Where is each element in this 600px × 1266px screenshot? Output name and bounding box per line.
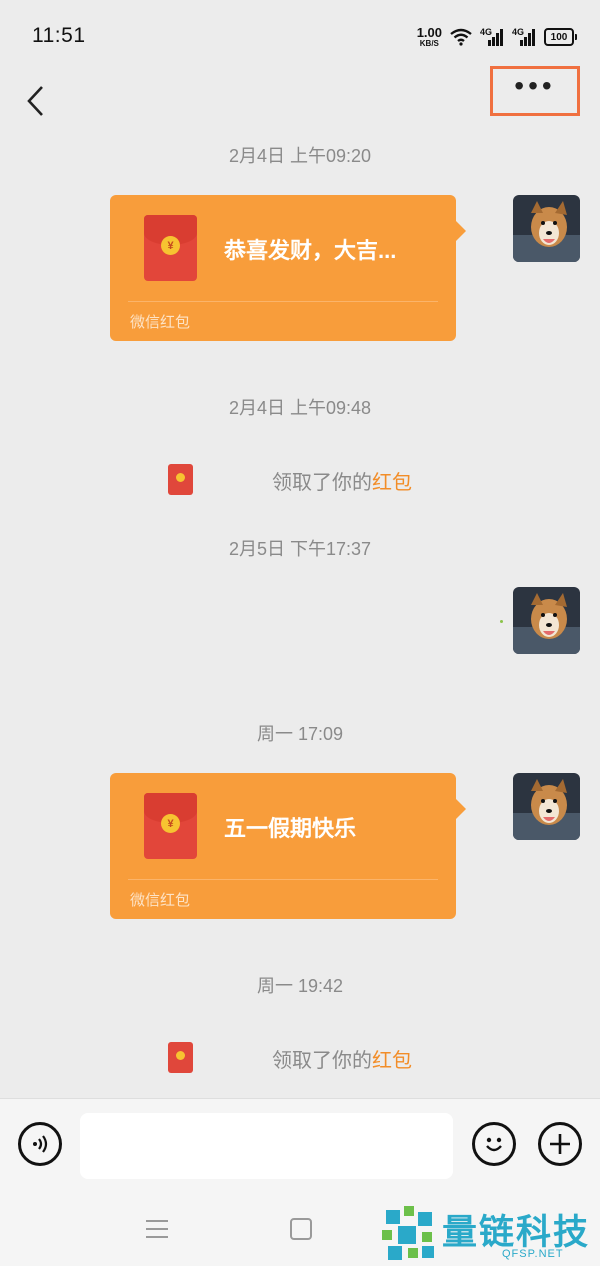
status-icons: 1.00 KB/S 4G 4G 100 — [417, 26, 577, 48]
avatar[interactable] — [513, 587, 580, 654]
wifi-icon — [450, 28, 472, 46]
network-speed-unit: KB/S — [419, 39, 439, 48]
menu-key[interactable] — [146, 1220, 168, 1238]
message-dot — [500, 620, 503, 623]
coin-icon: ¥ — [161, 814, 180, 833]
message-timestamp: 周一 17:09 — [256, 724, 344, 744]
red-packet-link[interactable]: 红包 — [372, 472, 412, 494]
signal-bars-icon — [488, 29, 503, 46]
more-dots-icon: ••• — [514, 70, 556, 101]
signal-1: 4G — [480, 27, 504, 47]
input-bar — [0, 1098, 600, 1193]
red-packet-footer: 微信红包 — [130, 314, 191, 331]
status-bar: 11:51 1.00 KB/S 4G 4G 100 — [0, 0, 600, 70]
watermark: 量链科技 QFSP.NET — [378, 1200, 600, 1266]
emoji-icon — [486, 1137, 502, 1152]
claim-text: 领取了你的红包 — [272, 466, 412, 495]
claim-label: 领取了你的 — [272, 1050, 372, 1072]
red-packet-small-icon — [168, 464, 193, 495]
claim-label: 领取了你的 — [272, 472, 372, 494]
red-packet-icon: ¥ — [144, 215, 197, 281]
message-input[interactable] — [80, 1113, 453, 1179]
divider — [128, 301, 438, 302]
network-speed: 1.00 KB/S — [417, 26, 442, 48]
coin-icon: ¥ — [161, 236, 180, 255]
status-time: 11:51 — [32, 24, 86, 47]
home-key[interactable] — [290, 1218, 312, 1240]
signal-bars-icon — [520, 29, 535, 46]
message-timestamp: 2月4日 上午09:48 — [228, 398, 372, 418]
message-timestamp: 2月4日 上午09:20 — [228, 146, 372, 166]
back-button[interactable] — [18, 78, 54, 124]
battery-icon: 100 — [544, 28, 577, 46]
watermark-logo-icon — [382, 1206, 434, 1260]
voice-icon — [33, 1135, 48, 1153]
divider — [128, 879, 438, 880]
dog-avatar-icon — [513, 587, 580, 654]
chat-nav-bar: ••• — [0, 66, 600, 134]
more-button[interactable]: ••• — [490, 66, 580, 116]
add-button[interactable] — [538, 1122, 582, 1166]
red-packet-title: 恭喜发财，大吉... — [224, 238, 397, 263]
avatar[interactable] — [513, 773, 580, 840]
avatar[interactable] — [513, 195, 580, 262]
network-speed-value: 1.00 — [416, 25, 442, 40]
chevron-left-icon — [27, 86, 43, 116]
voice-button[interactable] — [18, 1122, 62, 1166]
claim-text: 领取了你的红包 — [272, 1044, 412, 1073]
dog-avatar-icon — [513, 195, 580, 262]
watermark-domain: QFSP.NET — [502, 1248, 564, 1260]
message-timestamp: 2月5日 下午17:37 — [228, 539, 372, 559]
red-packet-title: 五一假期快乐 — [224, 816, 357, 841]
red-packet-message[interactable]: ¥ 恭喜发财，大吉... 微信红包 — [110, 195, 466, 341]
message-timestamp: 周一 19:42 — [256, 976, 344, 996]
red-packet-icon: ¥ — [144, 793, 197, 859]
plus-icon — [550, 1134, 570, 1154]
claim-notice: 领取了你的红包 — [0, 1038, 600, 1078]
emoji-button[interactable] — [472, 1122, 516, 1166]
red-packet-footer: 微信红包 — [130, 892, 191, 909]
red-packet-message[interactable]: ¥ 五一假期快乐 微信红包 — [110, 773, 466, 919]
dog-avatar-icon — [513, 773, 580, 840]
red-packet-small-icon — [168, 1042, 193, 1073]
claim-notice: 领取了你的红包 — [0, 460, 600, 500]
red-packet-link[interactable]: 红包 — [372, 1050, 412, 1072]
signal-2: 4G — [512, 27, 536, 47]
